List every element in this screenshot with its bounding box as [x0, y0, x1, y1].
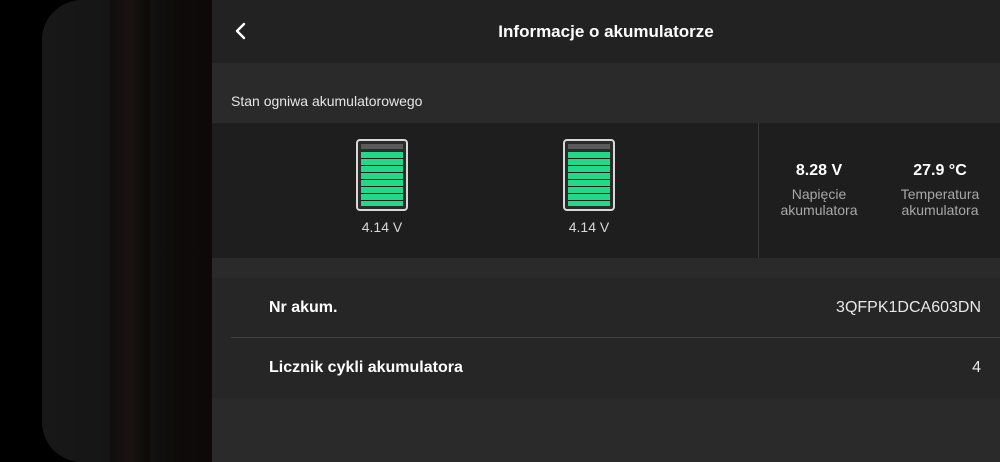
battery-temperature-value: 27.9 °C: [913, 162, 967, 179]
battery-temperature-stat: 27.9 °C Temperatura akumulatora: [890, 162, 990, 218]
battery-voltage-stat: 8.28 V Napięcie akumulatora: [769, 162, 869, 218]
battery-cell-cap: [568, 144, 610, 149]
battery-voltage-label-line2: akumulatora: [780, 202, 858, 218]
battery-cell-fill: [568, 152, 610, 206]
battery-cell-cap: [361, 144, 403, 149]
battery-voltage-label: Napięcie akumulatora: [769, 186, 869, 218]
battery-details-list: Nr akum. 3QFPK1DCA603DN Licznik cykli ak…: [212, 278, 1000, 398]
screen: Informacje o akumulatorze Stan ogniwa ak…: [0, 0, 1000, 462]
page-title: Informacje o akumulatorze: [498, 22, 714, 41]
cycle-count-value: 4: [972, 359, 981, 376]
chevron-left-icon: [235, 22, 246, 40]
cells-row: 4.14 V 4.14 V 8.28 V Napięcie akumulator…: [212, 123, 1000, 258]
cycle-count-row: Licznik cykli akumulatora 4: [231, 338, 1000, 398]
battery-cell-2: 4.14 V: [560, 139, 618, 235]
battery-voltage-value: 8.28 V: [795, 162, 843, 179]
battery-serial-row: Nr akum. 3QFPK1DCA603DN: [231, 278, 1000, 338]
battery-cell-icon: [563, 139, 615, 211]
battery-cell-voltage: 4.14 V: [568, 219, 610, 235]
battery-voltage-label-line1: Napięcie: [791, 186, 847, 202]
cells-section-label: Stan ogniwa akumulatorowego: [231, 93, 423, 109]
camera-preview-shadow: [110, 0, 150, 462]
battery-cell-icon: [356, 139, 408, 211]
battery-temperature-label-line1: Temperatura: [900, 186, 980, 202]
battery-serial-key: Nr akum.: [269, 299, 338, 316]
header-bar: Informacje o akumulatorze: [212, 0, 1000, 63]
battery-info-panel: Informacje o akumulatorze Stan ogniwa ak…: [212, 0, 1000, 462]
divider: [758, 123, 759, 258]
battery-cell-fill: [361, 152, 403, 206]
cycle-count-key: Licznik cykli akumulatora: [269, 359, 463, 376]
battery-cell-1: 4.14 V: [353, 139, 411, 235]
back-button[interactable]: [226, 16, 256, 46]
battery-temperature-label-line2: akumulatora: [901, 202, 979, 218]
battery-temperature-label: Temperatura akumulatora: [890, 186, 990, 218]
battery-serial-value: 3QFPK1DCA603DN: [836, 299, 981, 316]
battery-cell-voltage: 4.14 V: [361, 219, 403, 235]
